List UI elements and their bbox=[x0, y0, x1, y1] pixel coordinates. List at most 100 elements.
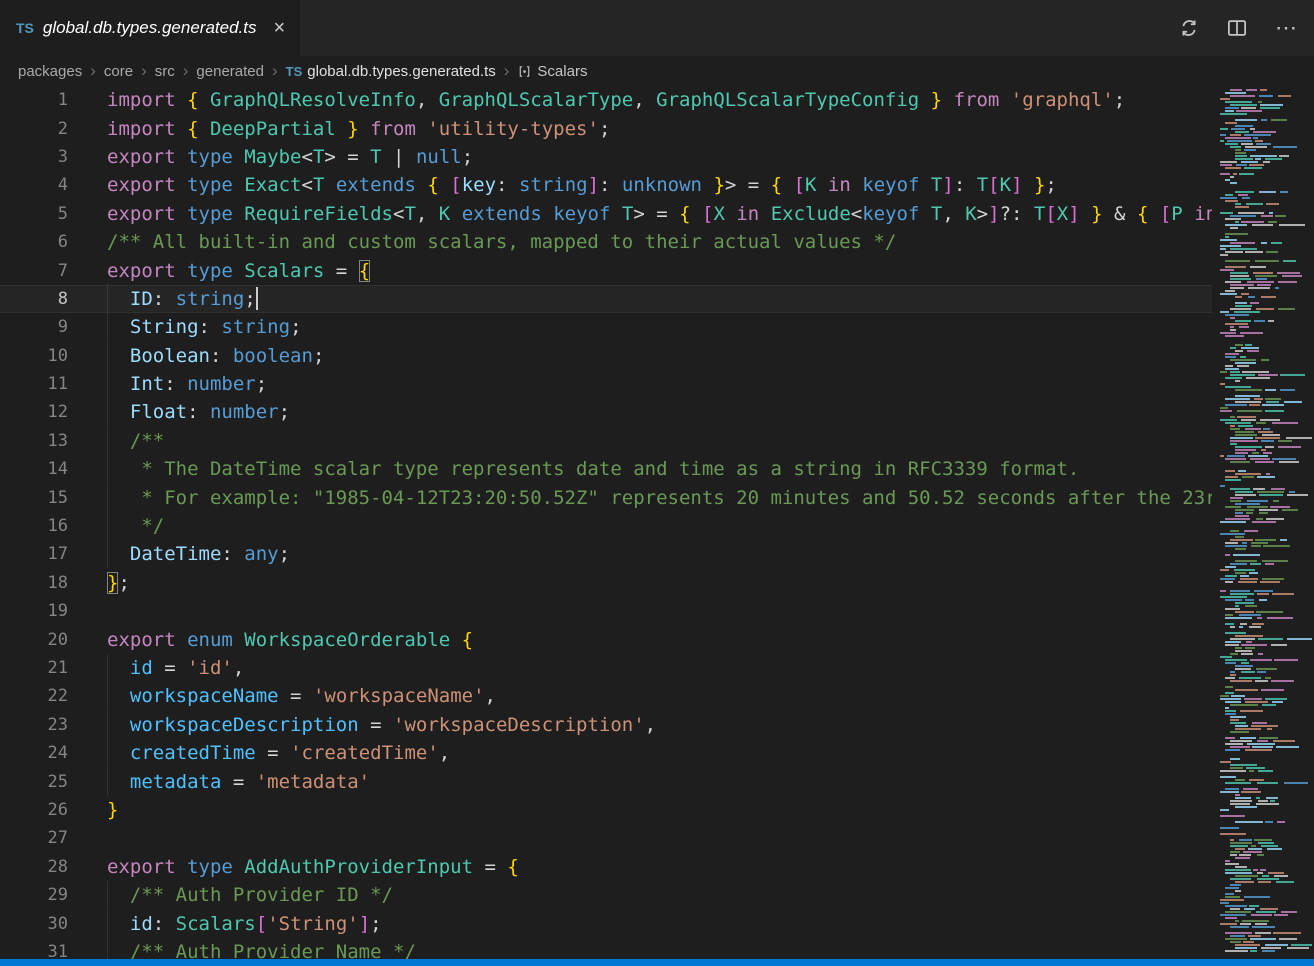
minimap-line bbox=[1218, 641, 1312, 643]
code-line-22[interactable]: 22 workspaceName = 'workspaceName', bbox=[0, 682, 1212, 710]
code-line-5[interactable]: 5export type RequireFields<T, K extends … bbox=[0, 200, 1212, 228]
minimap-line bbox=[1218, 410, 1312, 412]
code-line-20[interactable]: 20export enum WorkspaceOrderable { bbox=[0, 625, 1212, 653]
code-line-10[interactable]: 10 Boolean: boolean; bbox=[0, 342, 1212, 370]
breadcrumb-label: core bbox=[104, 63, 133, 80]
code-token: { bbox=[771, 174, 782, 196]
code-line-8[interactable]: 8 ID: string; bbox=[0, 285, 1212, 313]
code-text: /** bbox=[107, 430, 164, 452]
minimap-line bbox=[1218, 473, 1312, 475]
code-line-6[interactable]: 6/** All built-in and custom scalars, ma… bbox=[0, 228, 1212, 256]
minimap-line bbox=[1218, 350, 1312, 352]
close-icon[interactable]: × bbox=[274, 18, 286, 38]
minimap-line bbox=[1218, 794, 1312, 796]
code-line-16[interactable]: 16 */ bbox=[0, 512, 1212, 540]
minimap-line bbox=[1218, 470, 1312, 472]
code-token: Exclude bbox=[771, 203, 851, 225]
minimap-line bbox=[1218, 932, 1312, 934]
code-line-29[interactable]: 29 /** Auth Provider ID */ bbox=[0, 881, 1212, 909]
minimap-line bbox=[1218, 266, 1312, 268]
minimap-line bbox=[1218, 311, 1312, 313]
minimap-line bbox=[1218, 650, 1312, 652]
open-changes-icon[interactable] bbox=[1179, 18, 1199, 38]
minimap-line bbox=[1218, 860, 1312, 862]
minimap[interactable] bbox=[1212, 86, 1314, 959]
code-line-24[interactable]: 24 createdTime = 'createdTime', bbox=[0, 739, 1212, 767]
code-text: /** All built-in and custom scalars, map… bbox=[107, 231, 896, 253]
text-cursor bbox=[256, 287, 258, 310]
minimap-line bbox=[1218, 722, 1312, 724]
code-line-15[interactable]: 15 * For example: "1985-04-12T23:20:50.5… bbox=[0, 483, 1212, 511]
code-line-3[interactable]: 3export type Maybe<T> = T | null; bbox=[0, 143, 1212, 171]
code-text: export type Exact<T extends { [key: stri… bbox=[107, 174, 1057, 196]
minimap-line bbox=[1218, 401, 1312, 403]
minimap-line bbox=[1218, 689, 1312, 691]
code-line-4[interactable]: 4export type Exact<T extends { [key: str… bbox=[0, 171, 1212, 199]
minimap-line bbox=[1218, 539, 1312, 541]
breadcrumb-item-global-db-types-generated-ts[interactable]: TSglobal.db.types.generated.ts bbox=[286, 63, 496, 80]
code-line-1[interactable]: 1import { GraphQLResolveInfo, GraphQLSca… bbox=[0, 86, 1212, 114]
code-line-12[interactable]: 12 Float: number; bbox=[0, 398, 1212, 426]
code-token: = bbox=[153, 657, 187, 679]
line-number: 21 bbox=[0, 658, 68, 678]
more-actions-icon[interactable]: ⋯ bbox=[1275, 17, 1298, 39]
code-line-14[interactable]: 14 * The DateTime scalar type represents… bbox=[0, 455, 1212, 483]
breadcrumb-item-scalars[interactable]: Scalars bbox=[517, 63, 587, 80]
minimap-line bbox=[1218, 323, 1312, 325]
code-line-28[interactable]: 28export type AddAuthProviderInput = { bbox=[0, 853, 1212, 881]
code-line-31[interactable]: 31 /** Auth Provider Name */ bbox=[0, 938, 1212, 959]
code-token: from bbox=[359, 118, 428, 140]
code-line-23[interactable]: 23 workspaceDescription = 'workspaceDesc… bbox=[0, 711, 1212, 739]
minimap-line bbox=[1218, 197, 1312, 199]
code-line-13[interactable]: 13 /** bbox=[0, 427, 1212, 455]
code-line-25[interactable]: 25 metadata = 'metadata' bbox=[0, 767, 1212, 795]
minimap-line bbox=[1218, 242, 1312, 244]
line-number: 14 bbox=[0, 459, 68, 479]
code-line-9[interactable]: 9 String: string; bbox=[0, 313, 1212, 341]
code-line-17[interactable]: 17 DateTime: any; bbox=[0, 540, 1212, 568]
minimap-line bbox=[1218, 581, 1312, 583]
code-token bbox=[816, 174, 827, 196]
minimap-line bbox=[1218, 602, 1312, 604]
breadcrumb-item-core[interactable]: core bbox=[104, 63, 133, 80]
minimap-line bbox=[1218, 149, 1312, 151]
minimap-line bbox=[1218, 824, 1312, 826]
code-token bbox=[691, 203, 702, 225]
code-line-26[interactable]: 26} bbox=[0, 796, 1212, 824]
code-line-21[interactable]: 21 id = 'id', bbox=[0, 654, 1212, 682]
code-line-30[interactable]: 30 id: Scalars['String']; bbox=[0, 909, 1212, 937]
editor-tab[interactable]: TS global.db.types.generated.ts × bbox=[0, 0, 300, 56]
code-token: = bbox=[279, 685, 313, 707]
code-token: extends bbox=[462, 203, 554, 225]
minimap-line bbox=[1218, 530, 1312, 532]
minimap-line bbox=[1218, 926, 1312, 928]
split-editor-icon[interactable] bbox=[1227, 18, 1247, 38]
minimap-line bbox=[1218, 590, 1312, 592]
code-line-11[interactable]: 11 Int: number; bbox=[0, 370, 1212, 398]
breadcrumb-item-packages[interactable]: packages bbox=[18, 63, 82, 80]
code-line-7[interactable]: 7export type Scalars = { bbox=[0, 256, 1212, 284]
code-text: workspaceDescription = 'workspaceDescrip… bbox=[107, 714, 656, 736]
code-token bbox=[107, 543, 130, 565]
code-token: T bbox=[931, 203, 942, 225]
code-text: export enum WorkspaceOrderable { bbox=[107, 629, 473, 651]
minimap-line bbox=[1218, 911, 1312, 913]
breadcrumb-item-generated[interactable]: generated bbox=[196, 63, 264, 80]
code-line-2[interactable]: 2import { DeepPartial } from 'utility-ty… bbox=[0, 114, 1212, 142]
minimap-line bbox=[1218, 521, 1312, 523]
code-token: DateTime bbox=[130, 543, 222, 565]
minimap-line bbox=[1218, 218, 1312, 220]
code-token: { bbox=[462, 629, 473, 651]
code-token: ; bbox=[118, 572, 129, 594]
code-token: */ bbox=[107, 515, 164, 537]
minimap-line bbox=[1218, 938, 1312, 940]
minimap-line bbox=[1218, 422, 1312, 424]
code-line-19[interactable]: 19 bbox=[0, 597, 1212, 625]
code-line-27[interactable]: 27 bbox=[0, 824, 1212, 852]
code-token: ] bbox=[942, 174, 953, 196]
breadcrumb-item-src[interactable]: src bbox=[155, 63, 175, 80]
code-line-18[interactable]: 18}; bbox=[0, 569, 1212, 597]
minimap-line bbox=[1218, 866, 1312, 868]
minimap-line bbox=[1218, 611, 1312, 613]
editor[interactable]: 1import { GraphQLResolveInfo, GraphQLSca… bbox=[0, 86, 1212, 959]
